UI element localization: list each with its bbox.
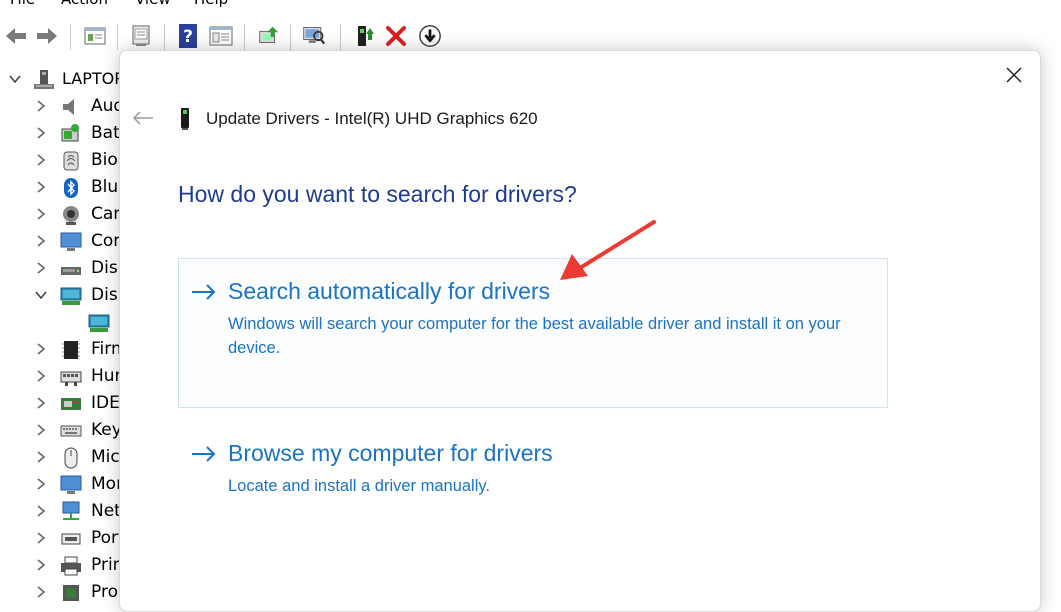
properties-icon[interactable] <box>83 24 107 48</box>
chevron-right-icon[interactable] <box>34 126 48 142</box>
tree-item[interactable]: Cam <box>0 202 130 229</box>
chevron-right-icon[interactable] <box>34 477 48 493</box>
chevron-right-icon[interactable] <box>34 531 48 547</box>
camera-icon <box>60 204 82 226</box>
audio-icon <box>60 96 82 118</box>
disable-device-icon[interactable] <box>418 24 442 48</box>
device-tree: LAPTOP Aud Batt Bion Blue Cam Con Disk Disp Firm… <box>0 62 130 602</box>
menu-action[interactable]: Action <box>61 0 108 8</box>
biometric-icon <box>60 150 82 172</box>
keyboard-icon <box>60 420 82 442</box>
firmware-icon <box>60 339 82 361</box>
tree-item[interactable]: Net <box>0 499 125 526</box>
display-adapter-icon <box>88 312 110 334</box>
right-edge-panel <box>1038 62 1061 602</box>
chevron-right-icon[interactable] <box>34 450 48 466</box>
tree-item-label: Mic <box>91 447 120 467</box>
tree-item[interactable]: Mor <box>0 472 125 499</box>
uninstall-icon[interactable] <box>384 24 408 48</box>
annotation-arrow-icon <box>560 220 656 280</box>
chevron-right-icon[interactable] <box>34 153 48 169</box>
tree-item[interactable]: Prin <box>0 553 125 580</box>
tree-item[interactable]: Disk <box>0 256 128 283</box>
tree-item[interactable]: Aud <box>0 94 125 121</box>
chevron-right-icon[interactable] <box>34 396 48 412</box>
bluetooth-icon <box>60 177 82 199</box>
tree-item[interactable]: Blue <box>0 175 129 202</box>
tree-item[interactable]: Proc <box>0 580 127 607</box>
chevron-right-icon[interactable] <box>34 504 48 520</box>
tree-item[interactable]: Con <box>0 229 125 256</box>
graphics-card-icon <box>179 108 191 130</box>
chevron-right-icon[interactable] <box>34 234 48 250</box>
tree-item[interactable] <box>0 310 125 337</box>
scan-hardware-icon[interactable] <box>302 24 326 48</box>
close-button[interactable] <box>1000 61 1028 89</box>
console-icon[interactable] <box>129 24 153 48</box>
mouse-icon <box>60 447 82 469</box>
tree-item[interactable]: Firm <box>0 337 128 364</box>
update-driver-icon[interactable] <box>256 24 280 48</box>
port-icon <box>60 528 82 550</box>
tree-item-label: Key <box>91 420 122 440</box>
tree-item[interactable]: Batt <box>0 121 126 148</box>
menu-file[interactable]: File <box>10 0 35 8</box>
option-description: Locate and install a driver manually. <box>228 477 491 495</box>
menu-view[interactable]: View <box>135 0 171 8</box>
back-icon[interactable] <box>4 24 28 48</box>
dialog-heading: How do you want to search for drivers? <box>178 181 577 207</box>
chevron-right-icon[interactable] <box>34 261 48 277</box>
tree-item-label: IDE <box>91 393 120 413</box>
tree-item[interactable]: Disp <box>0 283 128 310</box>
chevron-down-icon[interactable] <box>34 288 48 304</box>
help-icon[interactable]: ? <box>176 24 200 48</box>
hid-icon <box>60 366 82 388</box>
chevron-right-icon[interactable] <box>34 558 48 574</box>
tree-item[interactable]: Bion <box>0 148 129 175</box>
svg-text:?: ? <box>183 27 193 47</box>
battery-icon <box>60 123 82 145</box>
chevron-right-icon[interactable] <box>34 342 48 358</box>
search-automatically-option[interactable]: Search automatically for drivers Windows… <box>178 258 888 408</box>
ide-icon <box>60 393 82 415</box>
close-icon <box>1006 67 1022 83</box>
tree-item[interactable]: Hun <box>0 364 125 391</box>
arrow-right-icon <box>191 283 217 303</box>
chevron-right-icon[interactable] <box>34 423 48 439</box>
details-icon[interactable] <box>209 24 233 48</box>
computer-root-icon <box>33 69 55 91</box>
computer-icon <box>60 231 82 253</box>
browse-computer-option[interactable]: Browse my computer for drivers Locate an… <box>178 421 888 503</box>
forward-icon[interactable] <box>35 24 59 48</box>
arrow-right-icon <box>191 445 217 465</box>
disk-icon <box>60 258 82 280</box>
chevron-right-icon[interactable] <box>34 585 48 601</box>
chevron-right-icon[interactable] <box>34 207 48 223</box>
back-button[interactable] <box>130 105 156 131</box>
tree-item[interactable]: Key <box>0 418 125 445</box>
processor-icon <box>60 582 82 604</box>
enable-device-icon[interactable] <box>352 24 376 48</box>
dialog-title: Update Drivers - Intel(R) UHD Graphics 6… <box>206 109 538 128</box>
option-title: Browse my computer for drivers <box>228 440 553 466</box>
arrow-left-icon <box>132 111 153 125</box>
display-adapter-icon <box>60 285 82 307</box>
chevron-right-icon[interactable] <box>34 369 48 385</box>
menu-help[interactable]: Help <box>194 0 228 8</box>
tree-item-label: Net <box>91 501 121 521</box>
monitor-icon <box>60 474 82 496</box>
tree-item[interactable]: Port <box>0 526 125 553</box>
tree-item[interactable]: Mic <box>0 445 125 472</box>
chevron-down-icon[interactable] <box>8 72 22 88</box>
tree-item[interactable]: IDE <box>0 391 125 418</box>
network-icon <box>60 501 82 523</box>
option-description: Windows will search your computer for th… <box>228 315 841 357</box>
chevron-right-icon[interactable] <box>34 180 48 196</box>
tree-root[interactable]: LAPTOP <box>0 67 125 94</box>
update-drivers-dialog: Update Drivers - Intel(R) UHD Graphics 6… <box>119 50 1041 612</box>
printer-icon <box>60 555 82 577</box>
tree-root-label: LAPTOP <box>62 69 124 88</box>
chevron-right-icon[interactable] <box>34 99 48 115</box>
option-title: Search automatically for drivers <box>228 278 551 304</box>
